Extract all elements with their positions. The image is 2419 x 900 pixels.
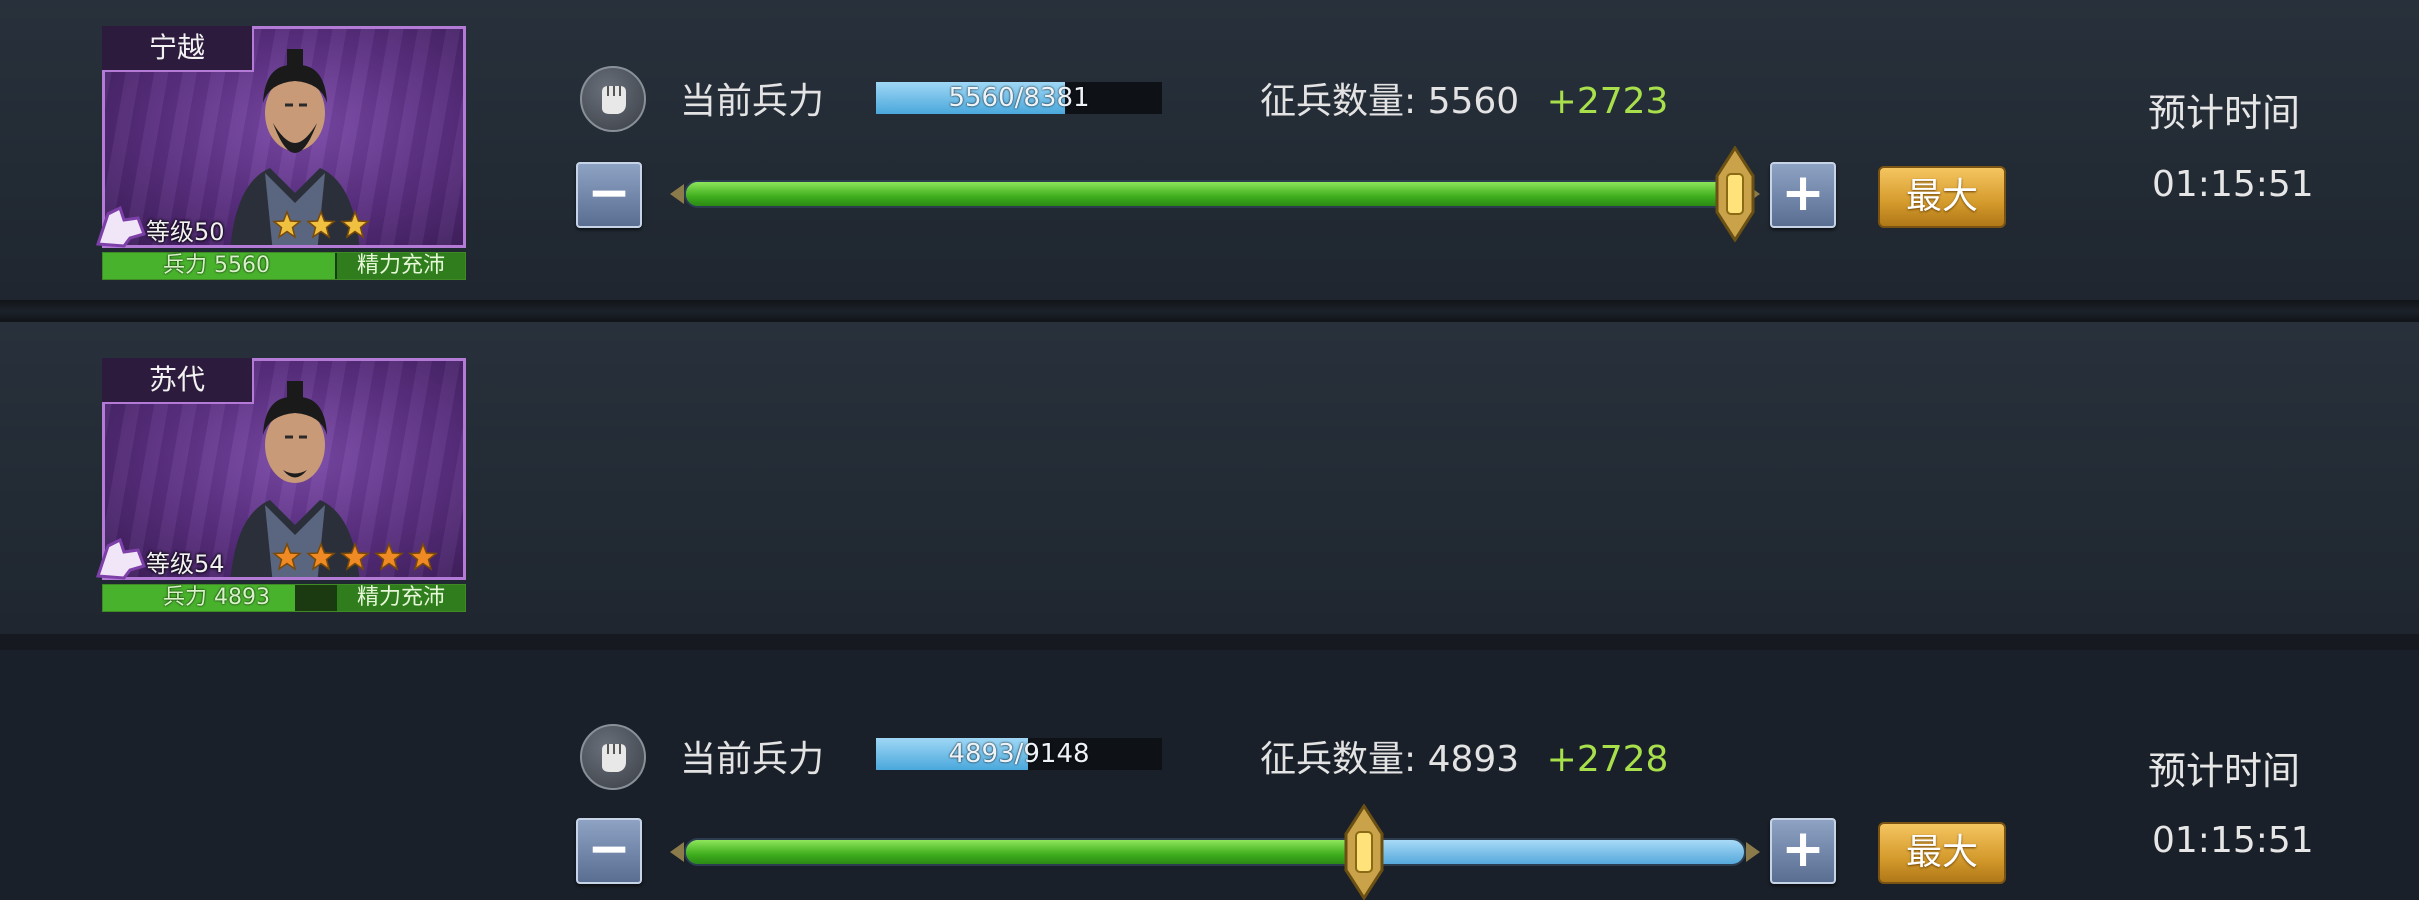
row-separator (0, 300, 2419, 322)
eta-time: 01:15:51 (2152, 164, 2314, 205)
slider-fill (686, 182, 1734, 206)
star-rating (272, 210, 370, 242)
eta-label: 预计时间 (2148, 749, 2301, 793)
troop-bar: 兵力 4893 精力充沛 (102, 584, 466, 612)
slider-track[interactable] (684, 180, 1746, 208)
general-name: 苏代 (102, 358, 254, 404)
recruit-row-2: 苏代 等级54 兵力 4893 精力充沛 当前兵力 4893/9148 征兵数量… (0, 322, 2419, 900)
troop-text: 兵力 5560 (163, 253, 270, 278)
eta-label: 预计时间 (2148, 91, 2301, 135)
decrease-button[interactable]: − (576, 162, 642, 228)
slider-cap-left (670, 184, 684, 204)
max-button[interactable]: 最大 (1878, 822, 2006, 884)
horse-rank-icon (95, 537, 146, 580)
recruit-plus-value: +2723 (1546, 81, 1669, 122)
star-icon (408, 542, 438, 571)
slider-handle[interactable] (1344, 804, 1384, 900)
troop-bar: 兵力 5560 精力充沛 (102, 252, 466, 280)
general-name: 宁越 (102, 26, 254, 72)
star-rating (272, 542, 438, 574)
recruit-row-1: 宁越 等级50 兵力 5560 精力充沛 当前兵力 5560/8381 征兵数量… (0, 0, 2419, 302)
spirit-status: 精力充沛 (335, 253, 465, 279)
recruit-count-label: 征兵数量: 5560 +2723 (1260, 72, 1668, 124)
recruit-slider[interactable] (670, 146, 1760, 242)
slider-cap-left (670, 842, 684, 862)
star-icon (306, 542, 336, 571)
star-icon (340, 542, 370, 571)
general-card[interactable]: 苏代 等级54 兵力 4893 精力充沛 (95, 358, 466, 636)
general-level: 等级54 (146, 550, 225, 578)
eta-time: 01:15:51 (2152, 820, 2314, 861)
fist-icon (580, 66, 646, 132)
troop-text: 兵力 4893 (163, 585, 270, 610)
increase-button[interactable]: + (1770, 162, 1836, 228)
decrease-button[interactable]: − (576, 818, 642, 884)
minus-icon: − (587, 163, 631, 223)
star-icon (340, 210, 370, 239)
recruit-count-label: 征兵数量: 4893 +2728 (1260, 730, 1668, 782)
recruit-slider[interactable] (670, 804, 1760, 900)
star-icon (272, 210, 302, 239)
current-troops-value: 5560/8381 (948, 83, 1090, 113)
current-troops-value: 4893/9148 (948, 739, 1090, 769)
minus-icon: − (587, 819, 631, 879)
fist-icon (580, 724, 646, 790)
recruit-count-value: 5560 (1427, 81, 1520, 122)
slider-track[interactable] (684, 838, 1746, 866)
current-troops-label: 当前兵力 (680, 81, 825, 122)
plus-icon: + (1781, 819, 1825, 879)
max-button[interactable]: 最大 (1878, 166, 2006, 228)
increase-button[interactable]: + (1770, 818, 1836, 884)
recruit-label-text: 征兵数量: (1260, 739, 1417, 780)
general-card[interactable]: 宁越 等级50 兵力 5560 精力充沛 (95, 26, 466, 304)
recruit-count-value: 4893 (1427, 739, 1520, 780)
slider-fill (686, 840, 1364, 864)
bottom-strip (0, 634, 2419, 650)
current-troops-label: 当前兵力 (680, 739, 825, 780)
spirit-status: 精力充沛 (335, 585, 465, 611)
horse-rank-icon (95, 205, 146, 248)
star-icon (272, 542, 302, 571)
current-troops-meter: 5560/8381 (876, 82, 1162, 114)
recruit-label-text: 征兵数量: (1260, 81, 1417, 122)
star-icon (306, 210, 336, 239)
slider-handle[interactable] (1715, 146, 1755, 242)
general-level: 等级50 (146, 218, 225, 246)
slider-cap-right (1746, 842, 1760, 862)
recruit-plus-value: +2728 (1546, 739, 1669, 780)
star-icon (374, 542, 404, 571)
current-troops-meter: 4893/9148 (876, 738, 1162, 770)
plus-icon: + (1781, 163, 1825, 223)
